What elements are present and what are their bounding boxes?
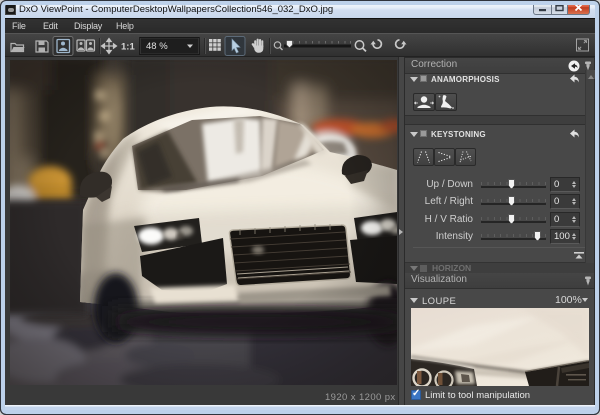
svg-text:1:1: 1:1 <box>121 42 135 53</box>
svg-text:48 %: 48 % <box>146 41 168 52</box>
